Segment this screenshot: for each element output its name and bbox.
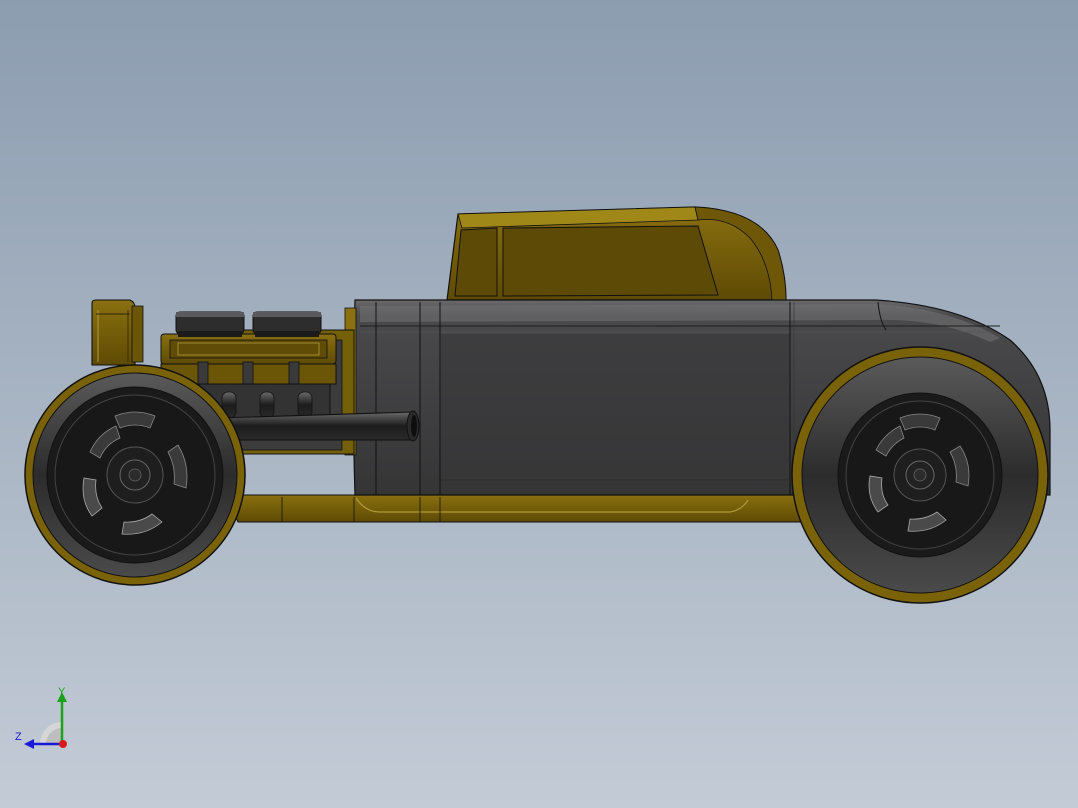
- front-wheel[interactable]: [24, 364, 246, 586]
- view-orientation-triad: Y Z: [10, 684, 80, 754]
- cab-roof[interactable]: [446, 206, 787, 301]
- radiator-shell[interactable]: [91, 299, 144, 366]
- frame-rail[interactable]: [229, 494, 801, 523]
- rear-wheel[interactable]: [791, 346, 1049, 604]
- triad-y-label: Y: [58, 686, 66, 698]
- cab-window-front: [454, 227, 498, 297]
- triad-x-axis: [59, 740, 67, 748]
- triad-z-label: Z: [15, 731, 22, 743]
- air-scoop-left: [175, 311, 245, 337]
- hot-rod-model-view[interactable]: [0, 0, 1078, 808]
- triad-graphic: [24, 692, 67, 749]
- cab-window-side: [502, 225, 719, 297]
- air-scoop-right: [252, 311, 322, 337]
- cad-graphics-viewport[interactable]: Y Z: [0, 0, 1078, 808]
